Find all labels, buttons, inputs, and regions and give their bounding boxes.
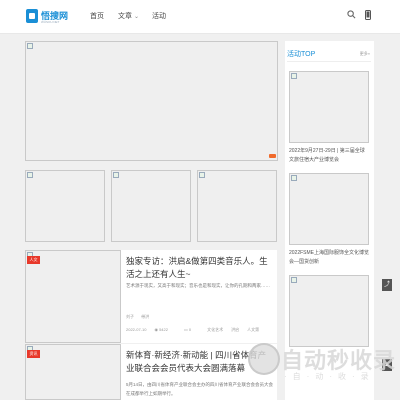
slider-indicator[interactable] xyxy=(269,154,276,158)
watermark-logo-icon xyxy=(248,343,280,375)
article-author: 刘子 带洪 xyxy=(126,314,149,320)
search-icon[interactable] xyxy=(346,10,356,20)
article-excerpt: 艺术源于现实，又高于和现实；音乐也是和现实，让你的孔期和两家…… xyxy=(126,283,270,288)
watermark: 自动秒收录 ·自·动·收·录 xyxy=(248,337,400,395)
share-icon[interactable]: ⤴ xyxy=(382,279,392,291)
category-tag[interactable]: 人文 xyxy=(27,256,40,264)
article-meta: 2022-07-10 ◉ 5422 ▭ 0 文化艺术 洪启 人文第 xyxy=(126,327,267,333)
featured-thumb-1[interactable] xyxy=(25,170,105,242)
site-logo[interactable]: 悟搜网 WUSOU.NET xyxy=(26,9,68,24)
mobile-icon[interactable] xyxy=(363,10,373,20)
top-header: 悟搜网 WUSOU.NET 首页 文章 ⌄ 活动 xyxy=(0,0,400,34)
chevron-down-icon: ⌄ xyxy=(134,14,140,20)
watermark-subtext: ·自·动·收·录 xyxy=(284,372,375,381)
logo-subtext: WUSOU.NET xyxy=(41,20,60,24)
featured-thumb-2[interactable] xyxy=(111,170,191,242)
comment-count: ▭ 0 xyxy=(183,327,192,332)
event-caption-2[interactable]: 2022FSME上海国际服饰全文化博览会—国货创新 xyxy=(289,249,369,267)
featured-thumb-3[interactable] xyxy=(197,170,277,242)
article-card[interactable]: 人文 独家专访：洪启&做第四类音乐人。生活之上还有人生~ 艺术源于现实，又高于和… xyxy=(25,250,277,343)
nav-events[interactable]: 活动 xyxy=(152,11,166,21)
author-name[interactable]: 刘子 xyxy=(126,314,134,319)
broken-image-icon xyxy=(291,175,297,181)
event-thumb-1[interactable] xyxy=(289,71,369,143)
article-date: 2022-07-10 xyxy=(126,327,147,332)
broken-image-icon xyxy=(27,43,33,49)
article-title[interactable]: 独家专访：洪启&做第四类音乐人。生活之上还有人生~ xyxy=(126,255,274,281)
nav-articles-label: 文章 xyxy=(118,13,132,20)
event-caption-1[interactable]: 2022年9月27日-29日 | 第三届全球文旅住宿大产业博览会 xyxy=(289,147,369,165)
view-count: ◉ 5422 xyxy=(154,327,168,332)
banner-image[interactable] xyxy=(25,41,278,161)
broken-image-icon xyxy=(113,172,119,178)
event-thumb-2[interactable] xyxy=(289,173,369,245)
sidebar-title: 活动TOP xyxy=(287,51,316,58)
author-extra: 带洪 xyxy=(141,314,150,319)
broken-image-icon xyxy=(291,277,297,283)
category-tag[interactable]: 资讯 xyxy=(27,350,40,358)
nav-home[interactable]: 首页 xyxy=(90,11,104,21)
sidebar-more-link[interactable]: 更多» xyxy=(360,51,370,57)
article-card[interactable]: 资讯 新体育·新经济·新动能 | 四川省体育产业联合会会员代表大会圆满落幕 5月… xyxy=(25,344,277,400)
broken-image-icon xyxy=(291,73,297,79)
broken-image-icon xyxy=(27,172,33,178)
article-category[interactable]: 文化艺术 xyxy=(207,327,223,332)
broken-image-icon xyxy=(199,172,205,178)
logo-mark-icon xyxy=(26,9,38,23)
divider xyxy=(287,61,371,62)
article-tag-2[interactable]: 人文第 xyxy=(247,327,259,332)
nav-articles[interactable]: 文章 ⌄ xyxy=(118,11,139,21)
article-tag-1[interactable]: 洪启 xyxy=(231,327,239,332)
